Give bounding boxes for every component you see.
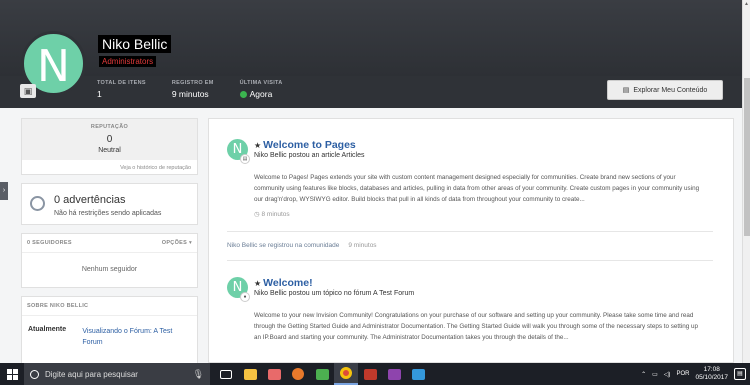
- feed-item-subtitle: Niko Bellic postou an article Articles: [254, 152, 365, 159]
- filezilla-icon[interactable]: [358, 363, 382, 385]
- reputation-card: REPUTAÇÃO 0 Neutral Veja o histórico de …: [21, 118, 198, 175]
- network-icon[interactable]: ▭: [652, 371, 658, 378]
- feed-item-title-text: Welcome to Pages: [263, 139, 356, 151]
- page-scrollbar[interactable]: ▲: [742, 0, 750, 363]
- stat-value-text: 9 minutos: [171, 89, 209, 99]
- stat-value: Agora: [239, 89, 283, 99]
- feed-item-excerpt: Welcome to Pages! Pages extends your sit…: [254, 174, 700, 203]
- feed-item-time: ◷ 8 minutos: [254, 210, 290, 218]
- reputation-box: REPUTAÇÃO 0 Neutral: [22, 119, 197, 160]
- paint-icon[interactable]: [262, 363, 286, 385]
- comment-icon: ●: [240, 292, 250, 302]
- registration-text[interactable]: Niko Bellic se registrou na comunidade: [227, 242, 339, 249]
- start-button[interactable]: [0, 363, 24, 385]
- followers-empty: Nenhum seguidor: [81, 266, 138, 273]
- divider: [227, 260, 713, 261]
- warning-status-icon: [30, 196, 45, 211]
- language-indicator[interactable]: POR: [676, 371, 689, 377]
- side-panel-toggle[interactable]: ›: [0, 182, 8, 200]
- scrollbar-thumb[interactable]: [744, 78, 750, 236]
- profile-role: Administrators: [99, 56, 157, 67]
- online-indicator-icon: [239, 90, 247, 98]
- feed-item-title[interactable]: ★ Welcome!: [254, 277, 313, 289]
- stat-value: 1: [97, 89, 146, 99]
- document-icon: ▤: [240, 154, 250, 164]
- about-title: SOBRE NIKO BELLIC: [22, 297, 197, 316]
- stat-value: 9 minutos: [172, 89, 214, 99]
- about-card: SOBRE NIKO BELLIC Atualmente Visualizand…: [21, 296, 198, 369]
- taskbar-apps: [214, 363, 430, 385]
- feed-item-subtitle: Niko Bellic postou um tópico no fórum A …: [254, 290, 415, 297]
- followers-header: 0 SEGUIDORES OPÇÕES ▾: [22, 234, 197, 253]
- image-icon: ▣: [23, 86, 33, 96]
- registration-entry: Niko Bellic se registrou na comunidade 9 …: [227, 242, 377, 249]
- about-key: Atualmente: [28, 326, 67, 333]
- chevron-down-icon: ▾: [188, 240, 192, 246]
- chevron-up-icon[interactable]: ⌃: [641, 371, 646, 378]
- volume-icon[interactable]: ◁): [664, 371, 671, 378]
- reputation-value: 0: [106, 134, 113, 145]
- stat-label: ÚLTIMA VISITA: [239, 80, 283, 86]
- clock-icon: ◷: [254, 211, 260, 218]
- search-placeholder: Digite aqui para pesquisar: [45, 369, 138, 379]
- app-green-icon[interactable]: [310, 363, 334, 385]
- warnings-subtitle: Não há restrições sendo aplicadas: [54, 210, 162, 217]
- cortana-icon: [30, 369, 39, 379]
- explore-content-label: Explorar Meu Conteúdo: [633, 86, 708, 94]
- stat-label: TOTAL DE ITENS: [97, 80, 146, 86]
- options-label: OPÇÕES: [161, 240, 188, 246]
- feed-item-excerpt: Welcome to your new Invision Community! …: [254, 312, 699, 341]
- windows-taskbar: Digite aqui para pesquisar 🎙 ⌃ ▭ ◁) POR …: [0, 363, 750, 385]
- stat-label: REGISTRO EM: [171, 80, 214, 86]
- media-icon[interactable]: [382, 363, 406, 385]
- explore-content-button[interactable]: ▤ Explorar Meu Conteúdo: [607, 80, 723, 100]
- file-explorer-icon[interactable]: [238, 363, 262, 385]
- cover-photo-button[interactable]: ▣: [20, 84, 36, 98]
- followers-card: 0 SEGUIDORES OPÇÕES ▾ Nenhum seguidor: [21, 233, 198, 288]
- windows-logo-icon: [6, 368, 18, 380]
- system-tray: ⌃ ▭ ◁) POR 17:08 05/10/2017 ▤: [641, 366, 750, 382]
- warnings-card: 0 advertências Não há restrições sendo a…: [21, 183, 198, 225]
- warnings-title: 0 advertências: [54, 194, 126, 206]
- stat-registered: REGISTRO EM 9 minutos: [172, 80, 214, 99]
- feed-item-title[interactable]: ★ Welcome to Pages: [254, 139, 356, 151]
- reputation-level: Neutral: [98, 147, 121, 154]
- followers-options-menu[interactable]: OPÇÕES ▾: [162, 240, 192, 246]
- task-view-icon[interactable]: [214, 363, 238, 385]
- reputation-label: REPUTAÇÃO: [90, 124, 129, 130]
- reputation-history-link[interactable]: Veja o histórico de reputação: [22, 160, 197, 174]
- stat-last-visit: ÚLTIMA VISITA Agora: [239, 80, 283, 99]
- divider: [227, 231, 713, 232]
- clock-date: 05/10/2017: [695, 374, 728, 381]
- feed-item-title-text: Welcome!: [263, 277, 313, 289]
- about-row: Atualmente Visualizando o Fórum: A Test …: [22, 316, 197, 368]
- followers-title: 0 SEGUIDORES: [27, 240, 72, 246]
- firefox-icon[interactable]: [286, 363, 310, 385]
- chevron-right-icon: ›: [2, 187, 6, 194]
- activity-feed: N ▤ ★ Welcome to Pages Niko Bellic postou…: [208, 118, 734, 363]
- profile-sidebar: REPUTAÇÃO 0 Neutral Veja o histórico de …: [21, 118, 198, 377]
- profile-stats: TOTAL DE ITENS 1 REGISTRO EM 9 minutos Ú…: [97, 80, 309, 99]
- clock-time: 17:08: [703, 366, 720, 373]
- stat-value-text: 1: [97, 89, 102, 99]
- stat-value-text: Agora: [249, 89, 273, 99]
- current-location-link[interactable]: Visualizando o Fórum: A Test Forum: [82, 326, 191, 348]
- profile-name: Niko Bellic: [98, 35, 172, 53]
- taskbar-clock[interactable]: 17:08 05/10/2017: [695, 366, 728, 382]
- star-icon: ★: [254, 279, 262, 288]
- notification-center-icon[interactable]: ▤: [734, 368, 746, 380]
- microphone-icon[interactable]: 🎙: [193, 369, 204, 380]
- registration-time: 9 minutos: [348, 242, 377, 249]
- app-blue-icon[interactable]: [406, 363, 430, 385]
- feed-item-time-text: 8 minutos: [261, 211, 290, 218]
- taskbar-search[interactable]: Digite aqui para pesquisar 🎙: [24, 363, 210, 385]
- chrome-icon[interactable]: [334, 363, 358, 385]
- list-icon: ▤: [622, 87, 630, 94]
- scroll-up-icon[interactable]: ▲: [744, 1, 749, 7]
- stat-total-items: TOTAL DE ITENS 1: [97, 80, 146, 99]
- star-icon: ★: [254, 141, 262, 150]
